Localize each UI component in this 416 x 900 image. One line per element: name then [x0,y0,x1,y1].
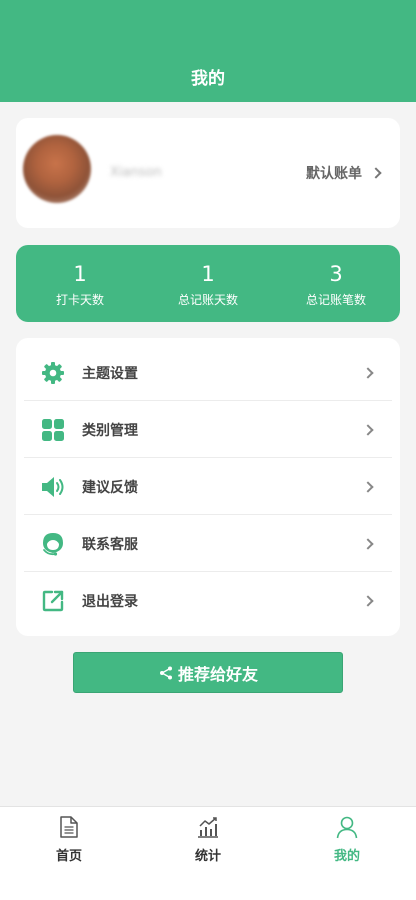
stat-value: 3 [329,262,343,286]
menu-item-logout[interactable]: 退出登录 [16,572,400,629]
tab-label: 统计 [194,849,221,864]
page-title: 我的 [191,69,225,89]
stat-total-records: 3 总记账笔数 [272,245,400,322]
gear-icon [40,360,66,386]
default-ledger-link[interactable]: 默认账单 [306,163,382,183]
chevron-right-icon [362,366,374,379]
chevron-right-icon [362,537,374,550]
stat-total-days: 1 总记账天数 [144,245,272,322]
grid-icon [40,417,66,443]
chart-icon [198,817,218,838]
menu-item-label: 类别管理 [82,422,138,439]
menu-item-customer-service[interactable]: 联系客服 [16,515,400,572]
tab-mine[interactable]: 我的 [302,815,392,864]
chevron-right-icon [362,480,374,493]
speaker-icon [40,474,66,500]
stat-value: 1 [201,262,215,286]
menu-item-label: 退出登录 [82,593,138,610]
profile-card: Xianson 默认账单 [16,118,400,228]
avatar[interactable] [23,135,91,203]
customer-service-icon [40,531,66,557]
stat-label: 打卡天数 [55,293,104,307]
chevron-right-icon [370,167,382,179]
menu-item-label: 建议反馈 [82,479,138,496]
stat-label: 总记账天数 [177,293,238,307]
default-ledger-label: 默认账单 [306,166,362,182]
menu-item-label: 主题设置 [82,365,138,382]
tab-label: 我的 [333,849,360,864]
chevron-right-icon [362,594,374,607]
share-icon [159,666,172,679]
logout-icon [40,588,66,614]
menu-item-feedback[interactable]: 建议反馈 [16,458,400,515]
chevron-right-icon [362,423,374,436]
share-button-label: 推荐给好友 [177,664,258,684]
bottom-tab-bar: 首页 统计 我的 [0,806,416,900]
stat-label: 总记账笔数 [305,293,366,307]
menu-item-category-management[interactable]: 类别管理 [16,401,400,458]
stat-checkin-days: 1 打卡天数 [16,245,144,322]
tab-home[interactable]: 首页 [24,815,114,864]
stats-card: 1 打卡天数 1 总记账天数 3 总记账笔数 [16,245,400,322]
menu-item-theme-settings[interactable]: 主题设置 [16,344,400,401]
menu-item-label: 联系客服 [82,536,138,553]
top-header: 我的 [0,0,416,102]
document-icon [60,816,78,838]
tab-statistics[interactable]: 统计 [163,815,253,864]
share-to-friends-button[interactable]: 推荐给好友 [73,652,343,693]
username: Xianson [110,165,162,180]
settings-menu: 主题设置 类别管理 建议反馈 联系客服 退出登录 [16,338,400,636]
tab-label: 首页 [55,849,82,864]
person-icon [336,816,358,839]
stat-value: 1 [73,262,87,286]
